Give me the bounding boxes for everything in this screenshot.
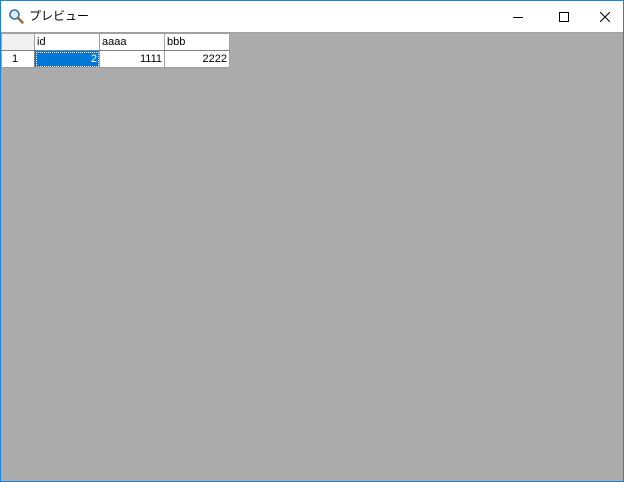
table-row: 1 2 1111 2222	[1, 50, 230, 68]
column-header-bbb[interactable]: bbb	[164, 33, 230, 51]
row-header[interactable]: 1	[1, 50, 35, 68]
data-grid: id aaaa bbb 1 2 1111 2222	[1, 33, 230, 68]
close-button[interactable]	[587, 1, 623, 31]
maximize-button[interactable]	[541, 1, 587, 31]
grid-area: id aaaa bbb 1 2 1111 2222	[1, 32, 623, 481]
column-header-aaaa[interactable]: aaaa	[99, 33, 165, 51]
column-header-id[interactable]: id	[34, 33, 100, 51]
window-title: プレビュー	[29, 9, 90, 23]
grid-corner[interactable]	[1, 33, 35, 51]
cell-id[interactable]: 2	[34, 50, 100, 68]
maximize-icon	[559, 7, 569, 26]
preview-window: プレビュー id aaaa bbb 1 2 1111 2222	[0, 0, 624, 482]
title-bar[interactable]: プレビュー	[1, 1, 623, 31]
cell-bbb[interactable]: 2222	[164, 50, 230, 68]
magnifier-icon	[8, 8, 24, 24]
minimize-button[interactable]	[495, 1, 541, 31]
cell-aaaa[interactable]: 1111	[99, 50, 165, 68]
minimize-icon	[513, 7, 523, 26]
header-row: id aaaa bbb	[1, 33, 230, 51]
close-icon	[599, 7, 611, 26]
